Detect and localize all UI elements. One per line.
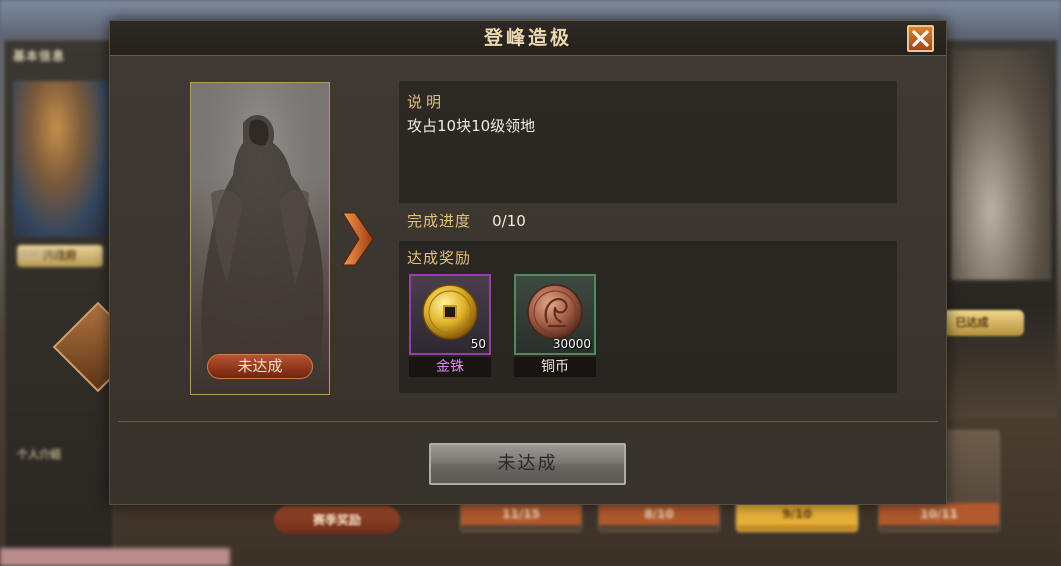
chevron-right-icon <box>342 212 374 266</box>
background-left-panel-row1: 成就评价 <box>17 249 61 262</box>
reward-tile[interactable]: 50 <box>409 274 491 355</box>
reward-quantity: 30000 <box>552 337 591 351</box>
background-card-label: 8/10 <box>599 503 719 525</box>
background-card-label: 11/15 <box>461 503 581 525</box>
dialog-title: 登峰造极 <box>483 27 572 49</box>
description-label: 说明 <box>407 93 446 111</box>
background-season-reward-button: 赛季奖励 <box>274 506 400 534</box>
gold-coin-icon <box>422 284 478 340</box>
reward-item-gold[interactable]: 50 金铢 <box>409 274 491 377</box>
locked-figure-silhouette <box>191 83 329 394</box>
background-right-panel <box>945 40 1057 420</box>
goal-status-badge: 未达成 <box>207 354 313 379</box>
achievement-image-card: 未达成 <box>190 82 330 395</box>
progress-value: 0/10 <box>492 212 526 230</box>
description-text: 攻占10块10级领地 <box>407 117 536 135</box>
description-panel: 说明 攻占10块10级领地 <box>399 81 897 203</box>
achievement-dialog: 登峰造极 未达成 说明 攻占10块10级领地 完成进度 0/10 达成奖励 50… <box>109 20 947 505</box>
hero-portrait <box>13 81 109 237</box>
dialog-header: 登峰造极 <box>110 21 946 56</box>
background-card-label: 9/10 <box>737 503 857 525</box>
reward-label: 达成奖励 <box>407 249 472 267</box>
close-button[interactable] <box>907 25 934 52</box>
close-icon <box>912 30 929 47</box>
reward-item-copper[interactable]: 30000 铜币 <box>514 274 596 377</box>
reward-name: 铜币 <box>514 357 596 377</box>
background-left-panel-title: 基本信息 <box>13 49 66 63</box>
dialog-divider <box>118 421 938 422</box>
reward-panel: 达成奖励 50 金铢 30000 铜币 <box>399 241 897 393</box>
reward-name: 金铢 <box>409 357 491 377</box>
not-achieved-button[interactable]: 未达成 <box>429 443 626 485</box>
background-card-label: 10/11 <box>879 503 999 525</box>
copper-coin-icon <box>527 284 583 340</box>
reward-tile[interactable]: 30000 <box>514 274 596 355</box>
reward-quantity: 50 <box>470 337 486 351</box>
background-left-panel-row2: 个人介绍 <box>17 448 61 461</box>
background-left-panel: 基本信息 内政府 成就评价 个人介绍 <box>4 40 114 554</box>
background-right-panel-art <box>951 50 1051 280</box>
progress-row: 完成进度 0/10 <box>407 209 526 233</box>
progress-label: 完成进度 <box>407 212 472 230</box>
background-bottom-left <box>0 548 230 566</box>
